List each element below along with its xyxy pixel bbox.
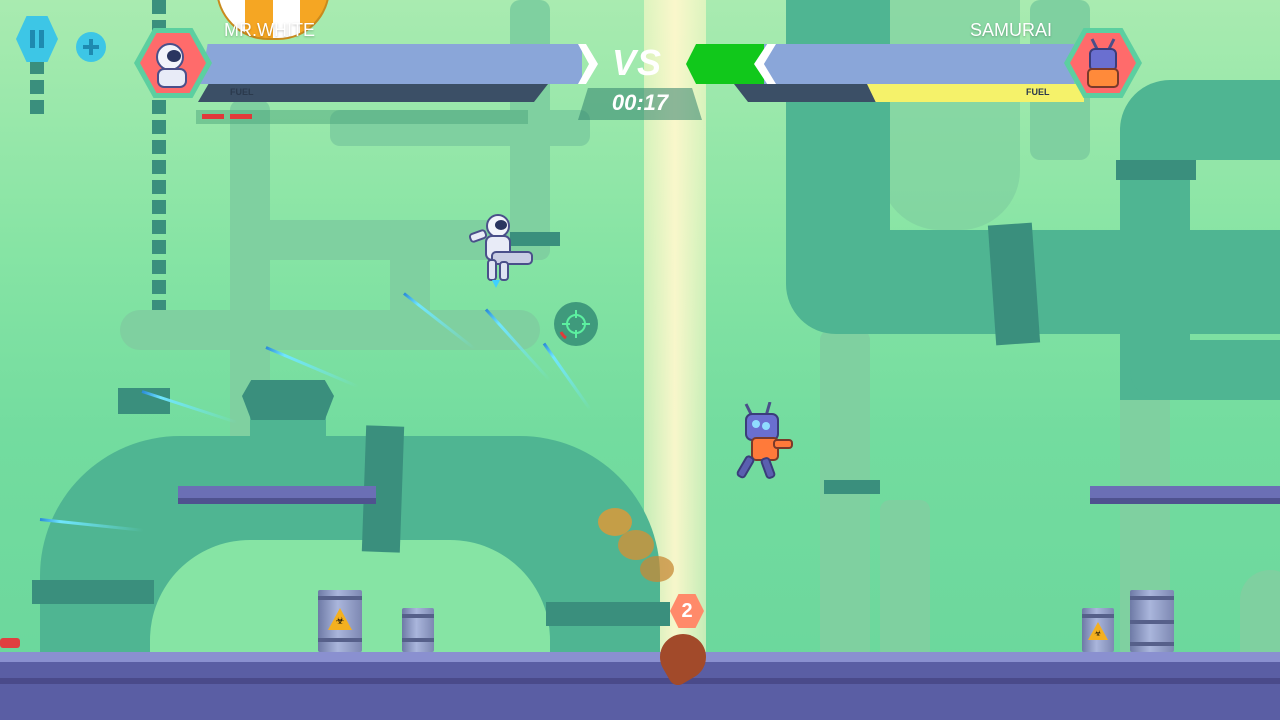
crosshair-icon — [554, 302, 598, 346]
player-left-fuel-label: FUEL — [230, 87, 254, 97]
barrel-band — [318, 596, 362, 600]
floor — [0, 652, 1280, 720]
platform-right — [1090, 486, 1280, 504]
hazard-sign: ☣ — [1088, 622, 1108, 640]
bg-pipe — [120, 310, 540, 350]
smoke-cloud — [640, 556, 674, 582]
add-button[interactable] — [76, 32, 106, 62]
player-left-name: MR.WHITE — [224, 20, 315, 40]
red-button — [0, 638, 20, 648]
barrel-band — [402, 614, 434, 618]
floor-edge — [0, 652, 1280, 662]
bg-pipe — [820, 330, 870, 660]
barrel — [1130, 590, 1174, 652]
pipe — [1130, 340, 1280, 400]
hanging-chain — [30, 60, 44, 120]
barrel-band — [1130, 596, 1174, 600]
hazard-barrel: ☣ — [318, 590, 362, 652]
bg-pipe — [880, 500, 930, 660]
vs-label: VS — [612, 42, 663, 83]
barrel-band — [1130, 642, 1174, 646]
barrel-band — [1082, 614, 1114, 618]
game-stage[interactable]: ☣ ☣ 2 FUEL MR.WHITE VS 00:17 FUEL SAMURA… — [0, 0, 1280, 720]
floor-stripe — [0, 678, 1280, 684]
pipe-flange — [1116, 160, 1196, 180]
hazard-sign: ☣ — [328, 608, 352, 630]
platform-left — [178, 486, 376, 504]
pause-button[interactable] — [16, 16, 58, 62]
barrel-band — [318, 638, 362, 642]
player-left-health-bar — [200, 44, 582, 84]
player-right-fuel-bar — [867, 84, 1084, 102]
player-right-name: SAMURAI — [970, 20, 1053, 40]
ammo-pip — [230, 114, 252, 119]
pipe-flange — [32, 580, 154, 604]
bullet-trail — [542, 342, 593, 412]
smoke-cloud — [618, 530, 654, 560]
enemy-samurai — [730, 401, 800, 486]
plus-icon — [83, 39, 99, 55]
bg-pipe — [1240, 570, 1280, 660]
ammo-pip — [202, 114, 224, 119]
match-timer: 00:17 — [611, 90, 669, 115]
barrel-band — [402, 638, 434, 642]
pause-icon — [30, 30, 44, 48]
pipe-flange — [987, 222, 1041, 346]
pipe-flange — [824, 480, 880, 494]
pipe-cap — [242, 380, 334, 420]
barrel-band — [1130, 620, 1174, 624]
hazard-barrel: ☣ — [1082, 608, 1114, 652]
player-right-health-bar — [764, 44, 1074, 84]
barrel — [402, 608, 434, 652]
pipe-flange — [546, 602, 670, 626]
player-right-fuel-label: FUEL — [1026, 87, 1050, 97]
player-mr-white — [466, 212, 536, 288]
